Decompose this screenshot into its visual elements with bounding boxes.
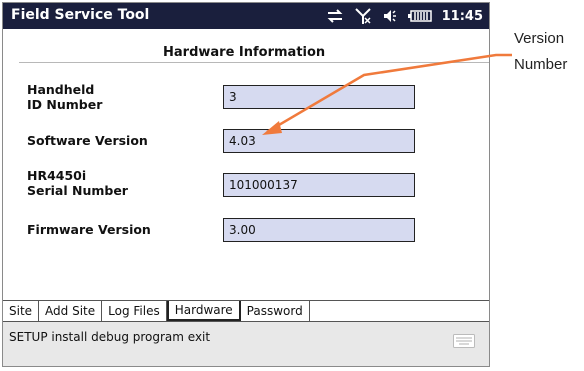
callout-arrow (262, 53, 512, 135)
